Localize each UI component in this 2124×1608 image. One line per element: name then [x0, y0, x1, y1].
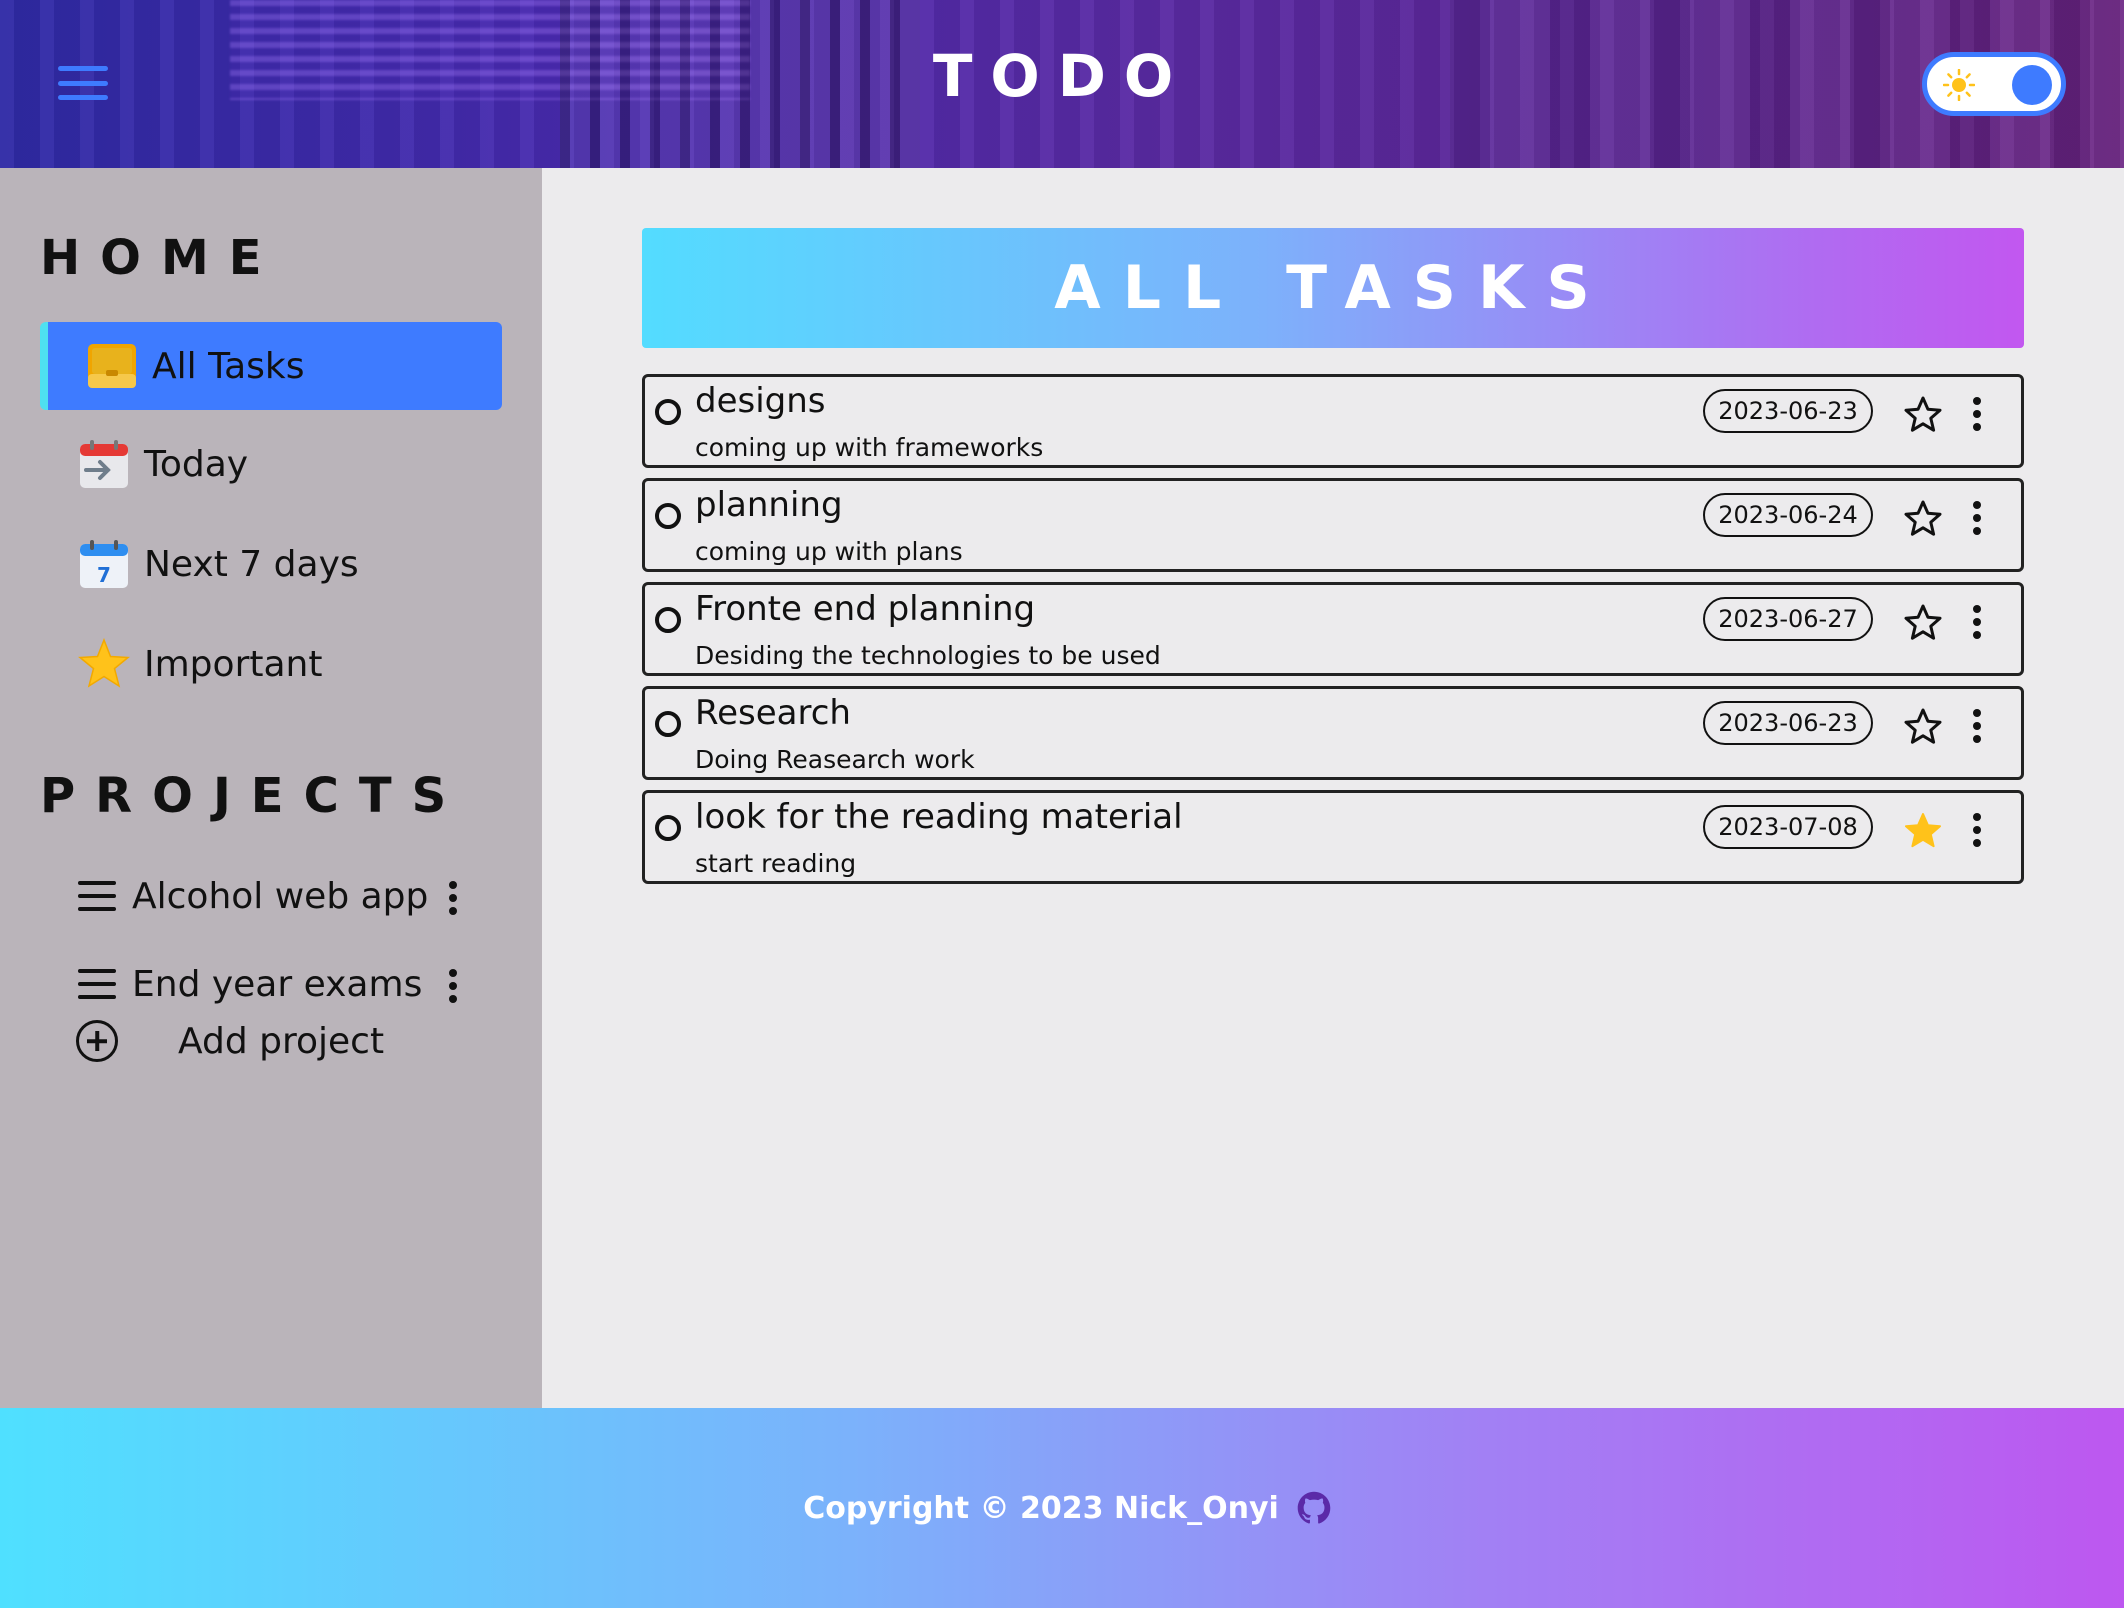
task-complete-checkbox[interactable]	[655, 399, 681, 425]
toggle-knob	[2012, 65, 2052, 105]
app-footer: Copyright © 2023 Nick_Onyi	[0, 1408, 2124, 1608]
project-label: Alcohol web app	[132, 875, 429, 917]
task-due-date: 2023-06-24	[1703, 493, 1873, 537]
task-due-date: 2023-07-08	[1703, 805, 1873, 849]
sidebar-item-label: Next 7 days	[144, 543, 359, 585]
task-title: look for the reading material	[695, 797, 1183, 837]
task-row[interactable]: Fronte end planning Desiding the technolo…	[642, 582, 2024, 676]
app-header: TODO	[0, 0, 2124, 168]
sidebar-item-important[interactable]: Important	[40, 620, 502, 708]
task-title: Research	[695, 693, 851, 733]
theme-toggle[interactable]	[1922, 52, 2066, 116]
task-due-date: 2023-06-27	[1703, 597, 1873, 641]
task-complete-checkbox[interactable]	[655, 503, 681, 529]
sidebar-item-today[interactable]: Today	[40, 420, 502, 508]
star-outline-icon[interactable]	[1903, 499, 1943, 539]
sidebar-item-label: All Tasks	[152, 345, 305, 387]
calendar-day-number: 7	[97, 563, 111, 587]
sidebar-item-label: Important	[144, 643, 323, 685]
star-outline-icon[interactable]	[1903, 603, 1943, 643]
task-description: Doing Reasearch work	[695, 745, 975, 774]
app-title: TODO	[932, 42, 1192, 110]
star-outline-icon[interactable]	[1903, 707, 1943, 747]
inbox-icon	[88, 344, 136, 388]
sidebar-item-label: Today	[144, 443, 249, 485]
task-options-icon[interactable]	[1967, 605, 1987, 639]
list-icon	[78, 969, 116, 999]
project-item-end-year-exams[interactable]: End year exams	[78, 954, 478, 1014]
task-title: Fronte end planning	[695, 589, 1036, 629]
sidebar: HOME All Tasks Today 7 Next 7 days Impor…	[0, 168, 542, 1408]
page-title: ALL TASKS	[1054, 253, 1612, 323]
project-item-alcohol-web-app[interactable]: Alcohol web app	[78, 866, 478, 926]
task-row[interactable]: look for the reading material start readi…	[642, 790, 2024, 884]
task-description: start reading	[695, 849, 857, 878]
project-options-icon[interactable]	[443, 969, 463, 1003]
home-heading: HOME	[40, 230, 282, 286]
calendar-arrow-icon	[80, 440, 128, 488]
task-description: coming up with plans	[695, 537, 963, 566]
calendar-icon: 7	[80, 540, 128, 588]
task-options-icon[interactable]	[1967, 709, 1987, 743]
task-options-icon[interactable]	[1967, 397, 1987, 431]
add-project-button[interactable]: Add project	[76, 1006, 384, 1076]
add-project-label: Add project	[178, 1020, 385, 1062]
list-icon	[78, 881, 116, 911]
task-description: coming up with frameworks	[695, 433, 1044, 462]
main-content: ALL TASKS designs coming up with framewor…	[542, 168, 2124, 1408]
page-banner: ALL TASKS	[642, 228, 2024, 348]
copyright-text: Copyright © 2023 Nick_Onyi	[803, 1490, 1279, 1526]
projects-heading: PROJECTS	[40, 768, 467, 824]
task-options-icon[interactable]	[1967, 813, 1987, 847]
task-complete-checkbox[interactable]	[655, 711, 681, 737]
project-options-icon[interactable]	[443, 881, 463, 915]
task-title: designs	[695, 381, 826, 421]
task-due-date: 2023-06-23	[1703, 701, 1873, 745]
project-label: End year exams	[132, 963, 423, 1005]
task-due-date: 2023-06-23	[1703, 389, 1873, 433]
task-complete-checkbox[interactable]	[655, 607, 681, 633]
add-circle-icon	[76, 1020, 118, 1062]
star-icon	[78, 638, 130, 688]
star-outline-icon[interactable]	[1903, 395, 1943, 435]
task-complete-checkbox[interactable]	[655, 815, 681, 841]
task-options-icon[interactable]	[1967, 501, 1987, 535]
task-title: planning	[695, 485, 843, 525]
sidebar-item-all-tasks[interactable]: All Tasks	[40, 322, 502, 410]
task-row[interactable]: Research Doing Reasearch work 2023-06-23	[642, 686, 2024, 780]
task-row[interactable]: planning coming up with plans 2023-06-24	[642, 478, 2024, 572]
star-filled-icon[interactable]	[1903, 811, 1943, 851]
sun-icon	[1943, 69, 1975, 101]
task-description: Desiding the technologies to be used	[695, 641, 1161, 670]
task-row[interactable]: designs coming up with frameworks 2023-06-…	[642, 374, 2024, 468]
github-icon[interactable]	[1297, 1491, 1331, 1525]
sidebar-item-next-7-days[interactable]: 7 Next 7 days	[40, 520, 502, 608]
